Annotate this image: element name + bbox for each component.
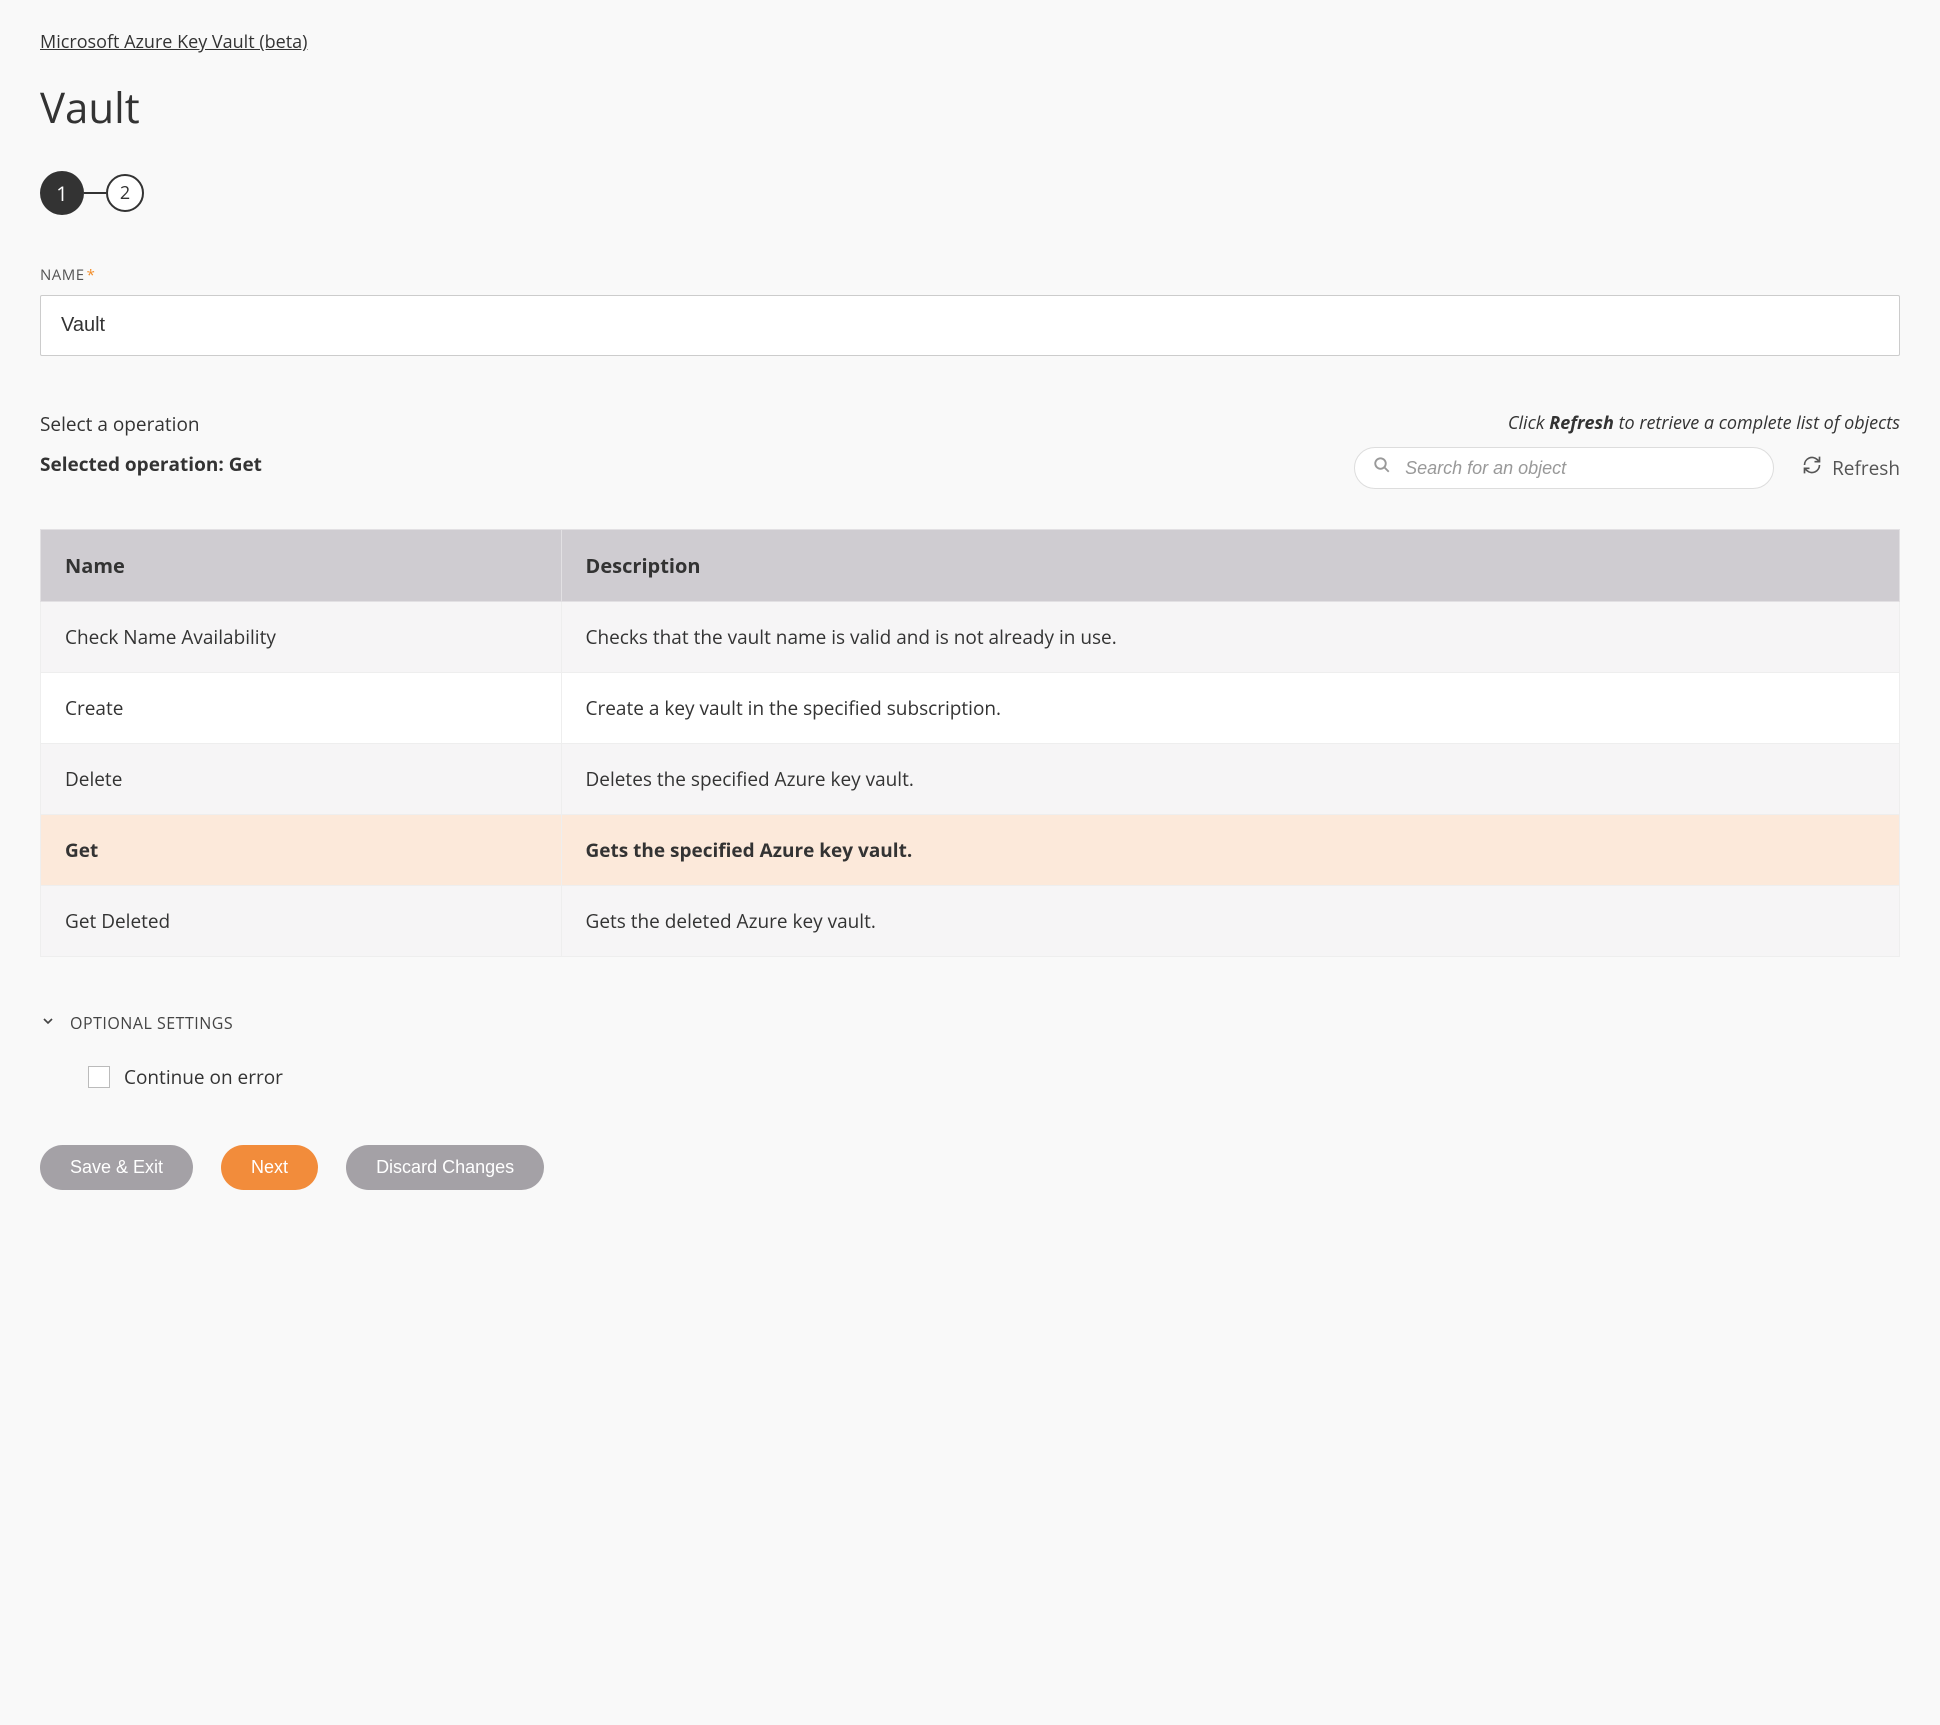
optional-settings-section: OPTIONAL SETTINGS Continue on error bbox=[40, 1012, 1900, 1090]
th-name: Name bbox=[41, 530, 562, 602]
hint-prefix: Click bbox=[1508, 411, 1549, 435]
table-row[interactable]: Check Name AvailabilityChecks that the v… bbox=[41, 602, 1900, 673]
cell-description: Gets the specified Azure key vault. bbox=[561, 815, 1899, 886]
th-description: Description bbox=[561, 530, 1899, 602]
operation-section: Select a operation Selected operation: G… bbox=[40, 411, 1900, 957]
hint-bold: Refresh bbox=[1549, 411, 1614, 435]
search-icon bbox=[1373, 456, 1391, 480]
breadcrumb-link[interactable]: Microsoft Azure Key Vault (beta) bbox=[40, 30, 307, 54]
refresh-hint: Click Refresh to retrieve a complete lis… bbox=[1508, 411, 1900, 435]
search-input[interactable] bbox=[1405, 458, 1755, 479]
table-row[interactable]: GetGets the specified Azure key vault. bbox=[41, 815, 1900, 886]
chevron-down-icon bbox=[40, 1012, 56, 1034]
required-star-icon: * bbox=[87, 265, 96, 285]
cell-name: Create bbox=[41, 673, 562, 744]
operation-header-left: Select a operation Selected operation: G… bbox=[40, 411, 262, 477]
operation-header: Select a operation Selected operation: G… bbox=[40, 411, 1900, 489]
table-row[interactable]: CreateCreate a key vault in the specifie… bbox=[41, 673, 1900, 744]
select-operation-label: Select a operation bbox=[40, 411, 262, 437]
refresh-label: Refresh bbox=[1832, 455, 1900, 481]
optional-settings-label: OPTIONAL SETTINGS bbox=[70, 1012, 233, 1034]
page-title: Vault bbox=[40, 79, 1900, 136]
operation-header-right: Click Refresh to retrieve a complete lis… bbox=[1354, 411, 1900, 489]
discard-changes-button[interactable]: Discard Changes bbox=[346, 1145, 544, 1190]
continue-on-error-checkbox[interactable] bbox=[88, 1066, 110, 1088]
next-button[interactable]: Next bbox=[221, 1145, 318, 1190]
button-row: Save & Exit Next Discard Changes bbox=[40, 1145, 1900, 1190]
stepper: 1 2 bbox=[40, 171, 1900, 215]
save-exit-button[interactable]: Save & Exit bbox=[40, 1145, 193, 1190]
name-label: NAME* bbox=[40, 265, 1900, 285]
refresh-icon bbox=[1802, 455, 1822, 481]
cell-description: Gets the deleted Azure key vault. bbox=[561, 886, 1899, 957]
name-field-group: NAME* bbox=[40, 265, 1900, 356]
selected-operation: Selected operation: Get bbox=[40, 451, 262, 477]
step-2[interactable]: 2 bbox=[106, 174, 144, 212]
cell-description: Checks that the vault name is valid and … bbox=[561, 602, 1899, 673]
hint-suffix: to retrieve a complete list of objects bbox=[1614, 411, 1900, 435]
continue-on-error-label: Continue on error bbox=[124, 1064, 283, 1090]
cell-name: Get Deleted bbox=[41, 886, 562, 957]
table-row[interactable]: DeleteDeletes the specified Azure key va… bbox=[41, 744, 1900, 815]
search-wrap[interactable] bbox=[1354, 447, 1774, 489]
name-input[interactable] bbox=[40, 295, 1900, 356]
continue-on-error-row: Continue on error bbox=[88, 1064, 1900, 1090]
cell-name: Get bbox=[41, 815, 562, 886]
selected-op-value: Get bbox=[229, 451, 262, 477]
operation-table: Name Description Check Name Availability… bbox=[40, 529, 1900, 957]
cell-description: Create a key vault in the specified subs… bbox=[561, 673, 1899, 744]
search-refresh-row: Refresh bbox=[1354, 447, 1900, 489]
table-header-row: Name Description bbox=[41, 530, 1900, 602]
step-connector bbox=[84, 192, 106, 194]
refresh-button[interactable]: Refresh bbox=[1802, 455, 1900, 481]
table-row[interactable]: Get DeletedGets the deleted Azure key va… bbox=[41, 886, 1900, 957]
cell-name: Delete bbox=[41, 744, 562, 815]
cell-description: Deletes the specified Azure key vault. bbox=[561, 744, 1899, 815]
name-label-text: NAME bbox=[40, 265, 85, 285]
optional-settings-toggle[interactable]: OPTIONAL SETTINGS bbox=[40, 1012, 1900, 1034]
selected-op-prefix: Selected operation: bbox=[40, 451, 229, 477]
step-1[interactable]: 1 bbox=[40, 171, 84, 215]
cell-name: Check Name Availability bbox=[41, 602, 562, 673]
